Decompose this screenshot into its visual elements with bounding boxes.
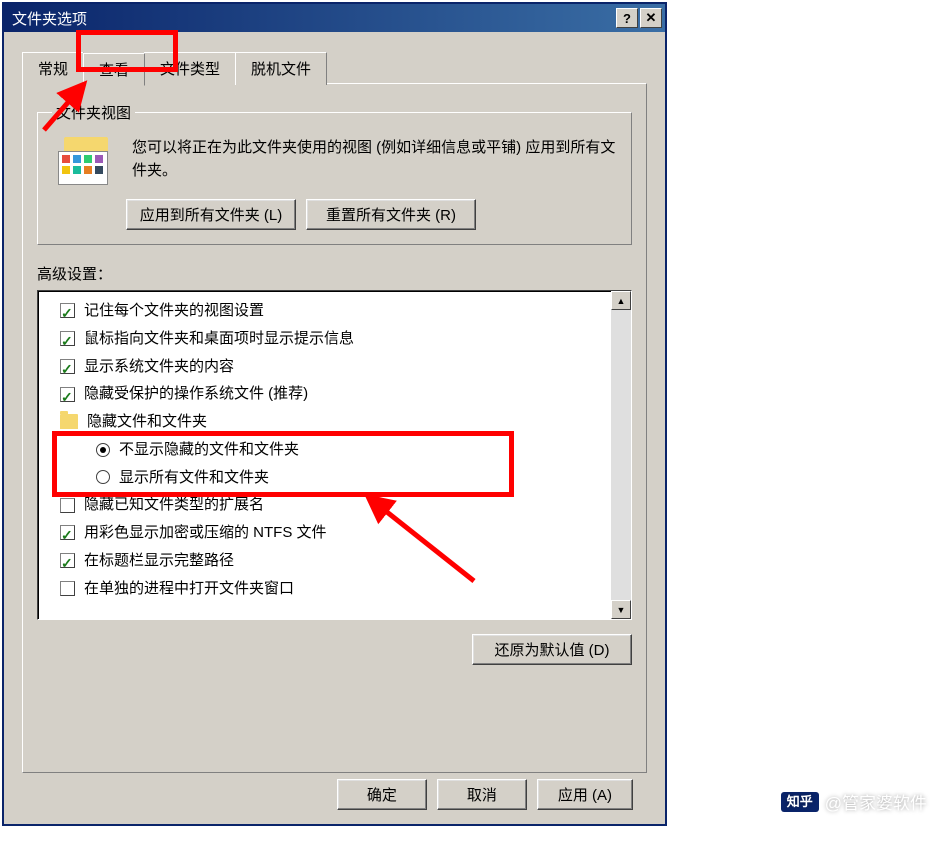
cancel-button[interactable]: 取消	[437, 779, 527, 810]
titlebar: 文件夹选项 ? ✕	[4, 4, 665, 32]
checkbox-icon[interactable]	[60, 359, 75, 374]
list-item-label: 用彩色显示加密或压缩的 NTFS 文件	[84, 519, 327, 547]
restore-defaults-button[interactable]: 还原为默认值 (D)	[472, 634, 632, 665]
folder-preview-icon	[58, 137, 116, 187]
radio-icon[interactable]	[96, 470, 110, 484]
advanced-settings-listbox[interactable]: 记住每个文件夹的视图设置鼠标指向文件夹和桌面项时显示提示信息显示系统文件夹的内容…	[37, 290, 632, 620]
list-item-label: 隐藏已知文件类型的扩展名	[84, 491, 264, 519]
close-button[interactable]: ✕	[640, 8, 662, 28]
help-button[interactable]: ?	[616, 8, 638, 28]
list-item-label: 在标题栏显示完整路径	[84, 547, 234, 575]
watermark: 知乎 @管家婆软件	[781, 789, 927, 814]
list-item[interactable]: 隐藏受保护的操作系统文件 (推荐)	[42, 380, 607, 408]
checkbox-icon[interactable]	[60, 498, 75, 513]
list-item-label: 记住每个文件夹的视图设置	[84, 297, 264, 325]
scroll-up-button[interactable]: ▲	[611, 291, 631, 310]
list-item-label: 在单独的进程中打开文件夹窗口	[84, 575, 294, 603]
list-item[interactable]: 在单独的进程中打开文件夹窗口	[42, 575, 607, 603]
reset-all-folders-button[interactable]: 重置所有文件夹 (R)	[306, 199, 476, 230]
tab-filetypes[interactable]: 文件类型	[144, 52, 236, 85]
folder-icon	[60, 414, 78, 429]
apply-to-all-folders-button[interactable]: 应用到所有文件夹 (L)	[126, 199, 296, 230]
checkbox-icon[interactable]	[60, 581, 75, 596]
folder-view-description: 您可以将正在为此文件夹使用的视图 (例如详细信息或平铺) 应用到所有文件夹。	[132, 137, 617, 182]
list-item[interactable]: 不显示隐藏的文件和文件夹	[42, 436, 607, 464]
tab-offline[interactable]: 脱机文件	[235, 52, 327, 85]
ok-button[interactable]: 确定	[337, 779, 427, 810]
list-item-label: 不显示隐藏的文件和文件夹	[119, 436, 299, 464]
list-item[interactable]: 鼠标指向文件夹和桌面项时显示提示信息	[42, 325, 607, 353]
folder-options-dialog: 文件夹选项 ? ✕ 常规 查看 文件类型 脱机文件 文件夹视图	[2, 2, 667, 826]
list-item[interactable]: 隐藏文件和文件夹	[42, 408, 607, 436]
zhihu-logo-icon: 知乎	[781, 792, 819, 812]
list-item[interactable]: 显示系统文件夹的内容	[42, 353, 607, 381]
watermark-author: @管家婆软件	[825, 789, 927, 814]
list-item[interactable]: 在标题栏显示完整路径	[42, 547, 607, 575]
checkbox-icon[interactable]	[60, 331, 75, 346]
checkbox-icon[interactable]	[60, 525, 75, 540]
list-inner: 记住每个文件夹的视图设置鼠标指向文件夹和桌面项时显示提示信息显示系统文件夹的内容…	[38, 291, 611, 619]
radio-icon[interactable]	[96, 443, 110, 457]
checkbox-icon[interactable]	[60, 553, 75, 568]
dialog-button-row: 确定 取消 应用 (A)	[22, 779, 647, 810]
folder-view-legend: 文件夹视图	[52, 102, 135, 123]
list-item[interactable]: 隐藏已知文件类型的扩展名	[42, 491, 607, 519]
list-item[interactable]: 显示所有文件和文件夹	[42, 464, 607, 492]
list-item[interactable]: 用彩色显示加密或压缩的 NTFS 文件	[42, 519, 607, 547]
tab-panel-view: 文件夹视图 您可以将正在为此文件夹使用的视图 (例如详细信息或平铺) 应用到所有…	[22, 83, 647, 773]
list-item-label: 隐藏受保护的操作系统文件 (推荐)	[84, 380, 308, 408]
list-item-label: 隐藏文件和文件夹	[87, 408, 207, 436]
folder-view-group: 文件夹视图 您可以将正在为此文件夹使用的视图 (例如详细信息或平铺) 应用到所有…	[37, 102, 632, 245]
titlebar-buttons: ? ✕	[616, 8, 662, 28]
checkbox-icon[interactable]	[60, 303, 75, 318]
window-title: 文件夹选项	[12, 8, 87, 29]
advanced-settings-label: 高级设置：	[37, 263, 632, 284]
list-item-label: 显示系统文件夹的内容	[84, 353, 234, 381]
checkbox-icon[interactable]	[60, 387, 75, 402]
apply-button[interactable]: 应用 (A)	[537, 779, 633, 810]
list-item[interactable]: 记住每个文件夹的视图设置	[42, 297, 607, 325]
tab-view[interactable]: 查看	[83, 53, 145, 86]
tab-general[interactable]: 常规	[22, 52, 84, 85]
list-item-label: 显示所有文件和文件夹	[119, 464, 269, 492]
scrollbar[interactable]: ▲ ▼	[611, 291, 631, 619]
dialog-content: 常规 查看 文件类型 脱机文件 文件夹视图 您可以将正在为此文件	[4, 32, 665, 824]
list-item-label: 鼠标指向文件夹和桌面项时显示提示信息	[84, 325, 354, 353]
tab-strip: 常规 查看 文件类型 脱机文件	[22, 52, 647, 85]
scroll-down-button[interactable]: ▼	[611, 600, 631, 619]
